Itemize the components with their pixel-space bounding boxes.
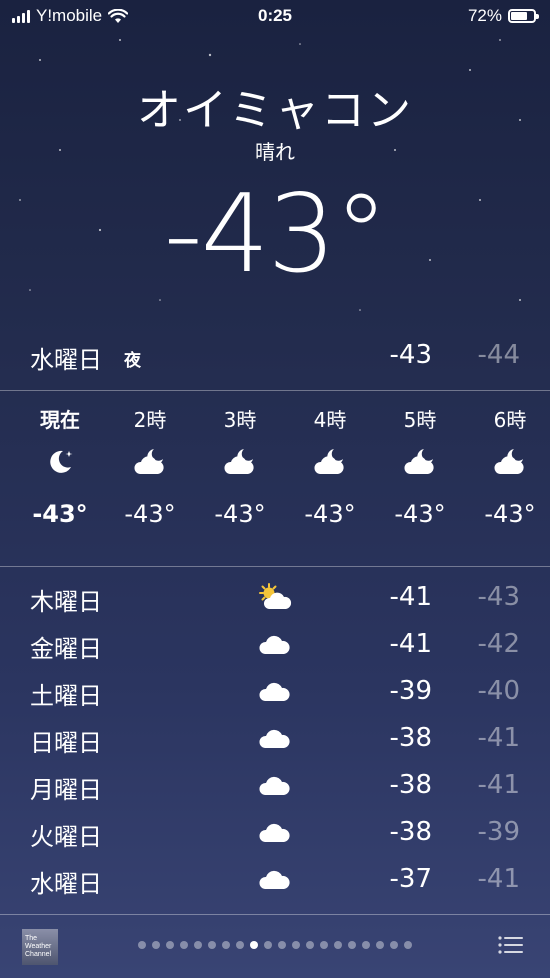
hour-temp: -43°: [394, 500, 446, 528]
divider-top: [0, 390, 550, 391]
day-name: 木曜日: [30, 588, 102, 616]
moon-cloud-icon: [375, 432, 465, 492]
day-low: -39: [477, 817, 520, 847]
day-name: 月曜日: [30, 776, 102, 804]
page-dot[interactable]: [278, 941, 286, 949]
page-dot[interactable]: [320, 941, 328, 949]
daily-forecast[interactable]: 木曜日 -41 -43 金曜日 -41 -42 土曜日 -39 -40 日曜日 …: [0, 574, 550, 903]
page-dot[interactable]: [292, 941, 300, 949]
cloud-icon: [255, 721, 295, 755]
day-low: -43: [477, 582, 520, 612]
divider-middle: [0, 566, 550, 567]
page-dot[interactable]: [166, 941, 174, 949]
day-high: -41: [389, 629, 432, 659]
hour-item: 2時 -43°: [105, 392, 195, 528]
page-dot[interactable]: [264, 941, 272, 949]
page-dot[interactable]: [180, 941, 188, 949]
cloud-icon: [255, 862, 295, 896]
page-dot[interactable]: [376, 941, 384, 949]
hour-item: 5時 -43°: [375, 392, 465, 528]
page-dot[interactable]: [208, 941, 216, 949]
page-indicator[interactable]: [0, 941, 550, 949]
hour-label: 6時: [493, 408, 527, 432]
hour-label: 5時: [403, 408, 437, 432]
today-high: -43: [389, 340, 432, 370]
cloud-icon: [255, 768, 295, 802]
page-dot[interactable]: [222, 941, 230, 949]
hour-label: 3時: [223, 408, 257, 432]
page-dot[interactable]: [152, 941, 160, 949]
hour-item: 4時 -43°: [285, 392, 375, 528]
hour-label: 4時: [313, 408, 347, 432]
daily-row: 木曜日 -41 -43: [0, 574, 550, 621]
hour-temp: -43°: [484, 500, 536, 528]
page-dot[interactable]: [306, 941, 314, 949]
day-name: 日曜日: [30, 729, 102, 757]
day-low: -41: [477, 864, 520, 894]
moon-cloud-icon: [105, 432, 195, 492]
daily-row: 土曜日 -39 -40: [0, 668, 550, 715]
page-dot[interactable]: [404, 941, 412, 949]
status-bar: Y!mobile 0:25 72%: [0, 0, 550, 32]
moon-cloud-icon: [195, 432, 285, 492]
bottom-toolbar: The Weather Channel: [0, 914, 550, 978]
daily-row: 金曜日 -41 -42: [0, 621, 550, 668]
today-low: -44: [477, 340, 520, 370]
hour-temp: -43°: [124, 500, 176, 528]
battery-icon: [508, 9, 539, 23]
day-low: -40: [477, 676, 520, 706]
today-day: 水曜日: [30, 346, 102, 374]
page-dot[interactable]: [390, 941, 398, 949]
hour-temp: -43°: [304, 500, 356, 528]
list-icon[interactable]: [498, 935, 524, 955]
day-high: -38: [389, 817, 432, 847]
page-dot[interactable]: [194, 941, 202, 949]
hour-label: 現在: [40, 408, 80, 432]
moon-cloud-icon: [285, 432, 375, 492]
page-dot[interactable]: [362, 941, 370, 949]
day-name: 金曜日: [30, 635, 102, 663]
day-name: 水曜日: [30, 870, 102, 898]
day-high: -41: [389, 582, 432, 612]
weather-condition: 晴れ: [255, 140, 295, 164]
day-high: -38: [389, 770, 432, 800]
hourly-forecast[interactable]: 現在 -43° 2時 -43° 3時 -43° 4時 -43° 5時 -43° …: [0, 392, 550, 566]
hour-temp: -43°: [32, 500, 88, 528]
day-low: -42: [477, 629, 520, 659]
cloud-icon: [255, 815, 295, 849]
battery-percent: 72%: [467, 6, 502, 25]
moon-icon: [15, 432, 105, 492]
hour-temp: -43°: [214, 500, 266, 528]
cloud-icon: [255, 674, 295, 708]
hour-item: 現在 -43°: [15, 392, 105, 528]
city-name: オイミャコン: [137, 85, 413, 136]
page-dot[interactable]: [236, 941, 244, 949]
day-high: -39: [389, 676, 432, 706]
sun-cloud-icon: [255, 580, 295, 614]
hour-item: 3時 -43°: [195, 392, 285, 528]
page-dot[interactable]: [138, 941, 146, 949]
daily-row: 月曜日 -38 -41: [0, 762, 550, 809]
today-summary-row: 水曜日 夜 -43 -44: [0, 334, 550, 378]
day-name: 土曜日: [30, 682, 102, 710]
day-low: -41: [477, 770, 520, 800]
daily-row: 日曜日 -38 -41: [0, 715, 550, 762]
daily-row: 火曜日 -38 -39: [0, 809, 550, 856]
page-dot[interactable]: [334, 941, 342, 949]
status-right: 72%: [467, 6, 539, 26]
day-low: -41: [477, 723, 520, 753]
day-name: 火曜日: [30, 823, 102, 851]
moon-cloud-icon: [465, 432, 550, 492]
daily-row: 水曜日 -37 -41: [0, 856, 550, 903]
hour-item: 6時 -43°: [465, 392, 550, 528]
hour-label: 2時: [133, 408, 167, 432]
today-tag: 夜: [124, 351, 141, 371]
current-temperature: -43°: [163, 172, 388, 297]
cloud-icon: [255, 627, 295, 661]
page-dot[interactable]: [348, 941, 356, 949]
day-high: -38: [389, 723, 432, 753]
page-dot[interactable]: [250, 941, 258, 949]
day-high: -37: [389, 864, 432, 894]
